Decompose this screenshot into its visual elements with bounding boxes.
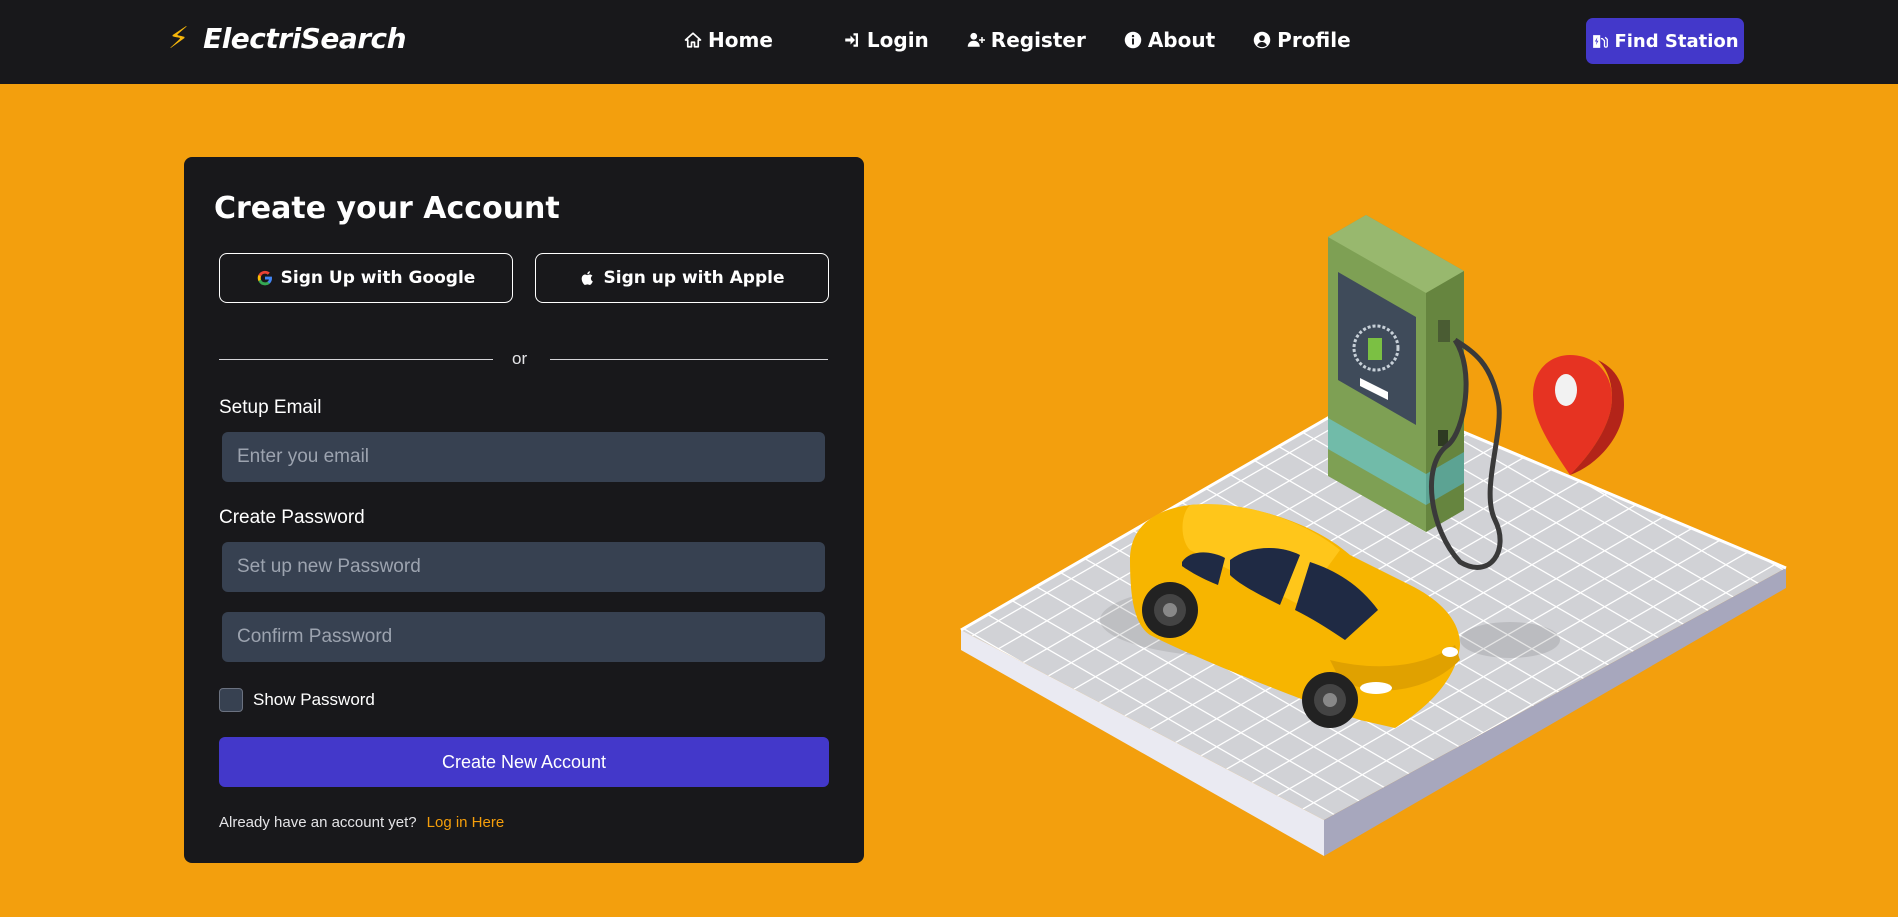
nav-link-login[interactable]: Login bbox=[843, 28, 929, 52]
show-password-checkbox[interactable] bbox=[219, 688, 243, 712]
google-signup-button[interactable]: Sign Up with Google bbox=[219, 253, 513, 303]
info-icon bbox=[1124, 31, 1142, 49]
google-icon bbox=[257, 270, 272, 286]
apple-signup-label: Sign up with Apple bbox=[603, 268, 785, 288]
find-station-button[interactable]: Find Station bbox=[1586, 18, 1744, 64]
nav-links: Home Login Register About Profile bbox=[684, 28, 1351, 52]
navbar: ⚡ ElectriSearch Home Login Register Abou… bbox=[0, 0, 1898, 84]
login-icon bbox=[845, 33, 858, 47]
email-field[interactable] bbox=[222, 432, 825, 482]
password-field[interactable] bbox=[222, 542, 825, 592]
nav-link-label: About bbox=[1147, 28, 1216, 52]
login-prompt-text: Already have an account yet? bbox=[219, 814, 417, 831]
nav-link-profile[interactable]: Profile bbox=[1253, 28, 1351, 52]
signup-card: Create your Account Sign Up with Google … bbox=[184, 157, 864, 863]
brand[interactable]: ⚡ ElectriSearch bbox=[168, 21, 407, 55]
create-account-button[interactable]: Create New Account bbox=[219, 737, 829, 787]
location-pin bbox=[1533, 355, 1624, 475]
user-circle-icon bbox=[1253, 31, 1271, 49]
divider-line bbox=[550, 359, 828, 360]
show-password-label: Show Password bbox=[253, 690, 375, 709]
login-prompt: Already have an account yet? Log in Here bbox=[219, 814, 504, 831]
charging-station-icon bbox=[1593, 34, 1609, 48]
divider-text: or bbox=[512, 349, 528, 368]
nav-link-label: Register bbox=[990, 28, 1086, 52]
nav-link-register[interactable]: Register bbox=[967, 28, 1086, 52]
show-password-toggle[interactable]: Show Password bbox=[219, 688, 375, 712]
user-plus-icon bbox=[967, 32, 985, 47]
apple-icon bbox=[581, 271, 593, 285]
password-label: Create Password bbox=[219, 507, 365, 528]
ev-charging-illustration bbox=[960, 215, 1787, 856]
login-link[interactable]: Log in Here bbox=[427, 814, 505, 831]
nav-link-label: Home bbox=[708, 28, 773, 52]
page-title: Create your Account bbox=[214, 191, 560, 226]
lightning-bolt-icon: ⚡ bbox=[168, 21, 190, 55]
find-station-label: Find Station bbox=[1614, 30, 1739, 52]
divider-line bbox=[219, 359, 493, 360]
google-signup-label: Sign Up with Google bbox=[280, 268, 476, 288]
nav-link-label: Login bbox=[866, 28, 929, 52]
nav-link-about[interactable]: About bbox=[1124, 28, 1215, 52]
brand-name: ElectriSearch bbox=[203, 22, 407, 55]
nav-link-label: Profile bbox=[1277, 28, 1351, 52]
email-label: Setup Email bbox=[219, 397, 322, 418]
apple-signup-button[interactable]: Sign up with Apple bbox=[535, 253, 829, 303]
nav-link-home[interactable]: Home bbox=[684, 28, 773, 52]
home-icon bbox=[684, 32, 702, 48]
confirm-password-field[interactable] bbox=[222, 612, 825, 662]
